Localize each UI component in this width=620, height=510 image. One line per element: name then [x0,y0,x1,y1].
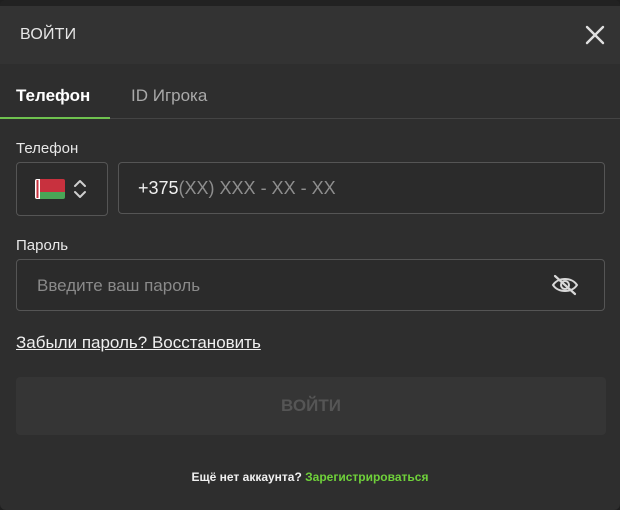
signup-question: Ещё нет аккаунта? [191,470,306,484]
close-icon [585,25,605,45]
active-tab-indicator [0,117,110,119]
password-placeholder: Введите ваш пароль [37,276,201,295]
register-link[interactable]: Зарегистрироваться [305,470,428,484]
password-input[interactable]: Введите ваш пароль [16,259,605,311]
chevron-up-down-icon [73,178,87,200]
toggle-password-visibility-button[interactable] [550,273,580,297]
signup-row: Ещё нет аккаунта? Зарегистрироваться [0,470,620,484]
login-submit-button[interactable]: ВОЙТИ [16,377,606,435]
forgot-password-link[interactable]: Забыли пароль? Восстановить [16,333,261,353]
phone-input[interactable]: +375(XX) XXX - XX - XX [118,162,605,214]
phone-value: +375(XX) XXX - XX - XX [138,178,336,199]
modal-header: ВОЙТИ [0,6,620,64]
close-button[interactable] [582,22,608,48]
phone-mask: (XX) XXX - XX - XX [178,178,336,198]
modal-title: ВОЙТИ [20,26,77,43]
login-tabs: Телефон ID Игрока [0,64,620,119]
tab-player-id[interactable]: ID Игрока [131,86,207,106]
tab-phone[interactable]: Телефон [16,86,90,106]
login-modal: ВОЙТИ Телефон ID Игрока Телефон +375(XX)… [0,0,620,510]
country-select[interactable] [16,162,108,216]
phone-label: Телефон [16,140,79,157]
eye-off-icon [551,274,579,296]
submit-label: ВОЙТИ [281,396,341,415]
password-label: Пароль [16,237,69,254]
phone-prefix: +375 [138,178,179,198]
belarus-flag-icon [35,179,65,199]
